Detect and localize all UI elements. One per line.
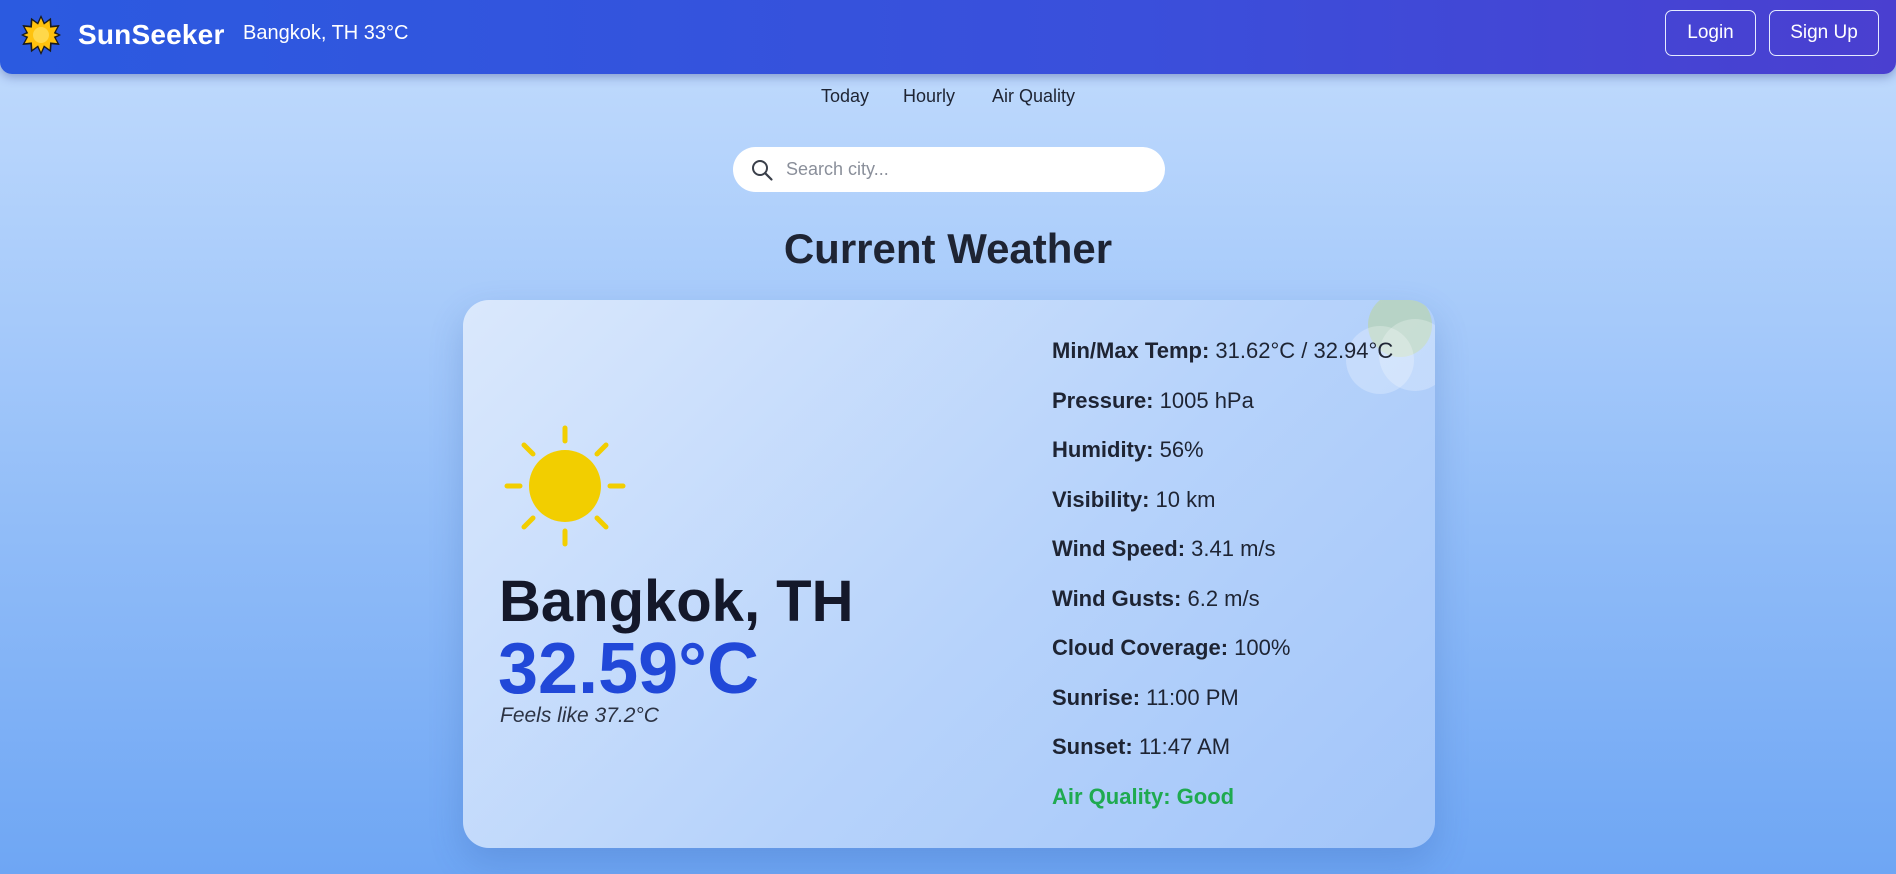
detail-wind-gusts: Wind Gusts: 6.2 m/s (1052, 586, 1260, 612)
brand-name: SunSeeker (78, 19, 225, 50)
nav-link-today[interactable]: Today (821, 86, 869, 107)
detail-sunrise: Sunrise: 11:00 PM (1052, 685, 1239, 711)
detail-label: Pressure: (1052, 387, 1154, 413)
detail-value: 100% (1234, 635, 1291, 660)
detail-value: 56% (1159, 437, 1204, 462)
search-input[interactable] (784, 158, 1158, 181)
air-quality-status: Air Quality: Good (1052, 783, 1235, 809)
detail-label: Visibility: (1052, 486, 1150, 512)
top-navbar: SunSeeker Bangkok, TH 33°C Login Sign Up (0, 0, 1896, 74)
detail-label: Wind Gusts: (1052, 585, 1182, 611)
detail-cloud-coverage: Cloud Coverage: 100% (1052, 635, 1290, 661)
brand[interactable]: SunSeeker (20, 14, 225, 56)
detail-label: Wind Speed: (1052, 536, 1186, 561)
weather-card: Bangkok, TH 32.59°C Feels like 37.2°C Mi… (463, 300, 1435, 848)
nav-link-hourly[interactable]: Hourly (903, 86, 955, 107)
detail-value: 10 km (1155, 486, 1216, 512)
city-name: Bangkok, TH (499, 569, 854, 634)
current-temperature: 32.59°C (498, 629, 759, 709)
detail-value: 6.2 m/s (1187, 585, 1260, 611)
detail-label: Humidity: (1052, 437, 1154, 462)
detail-value: 1005 hPa (1159, 387, 1254, 413)
page-title: Current Weather (783, 225, 1113, 272)
detail-label: Min/Max Temp: (1052, 338, 1210, 363)
search-bar[interactable] (733, 147, 1165, 192)
search-icon (752, 159, 773, 181)
header-location-temp: Bangkok, TH 33°C (243, 22, 409, 44)
feels-like: Feels like 37.2°C (500, 704, 659, 727)
detail-label: Cloud Coverage: (1052, 635, 1229, 660)
detail-sunset: Sunset: 11:47 AM (1052, 734, 1230, 760)
detail-visibility: Visibility: 10 km (1052, 487, 1215, 513)
detail-label: Sunrise: (1052, 684, 1141, 710)
sun-icon (504, 425, 626, 547)
detail-value: 31.62°C / 32.94°C (1215, 338, 1394, 363)
login-button[interactable]: Login (1665, 10, 1756, 56)
detail-value: 11:47 AM (1138, 734, 1231, 759)
detail-pressure: Pressure: 1005 hPa (1052, 388, 1254, 414)
detail-label: Sunset: (1052, 734, 1133, 759)
section-nav: Today Hourly Air Quality (0, 86, 1896, 114)
detail-value: 3.41 m/s (1191, 536, 1276, 561)
sun-logo-icon (21, 15, 61, 55)
detail-humidity: Humidity: 56% (1052, 437, 1204, 463)
detail-value: 11:00 PM (1146, 684, 1239, 710)
detail-wind-speed: Wind Speed: 3.41 m/s (1052, 536, 1276, 562)
nav-link-air-quality[interactable]: Air Quality (992, 86, 1075, 107)
detail-min-max-temp: Min/Max Temp: 31.62°C / 32.94°C (1052, 338, 1393, 364)
signup-button[interactable]: Sign Up (1769, 10, 1879, 56)
